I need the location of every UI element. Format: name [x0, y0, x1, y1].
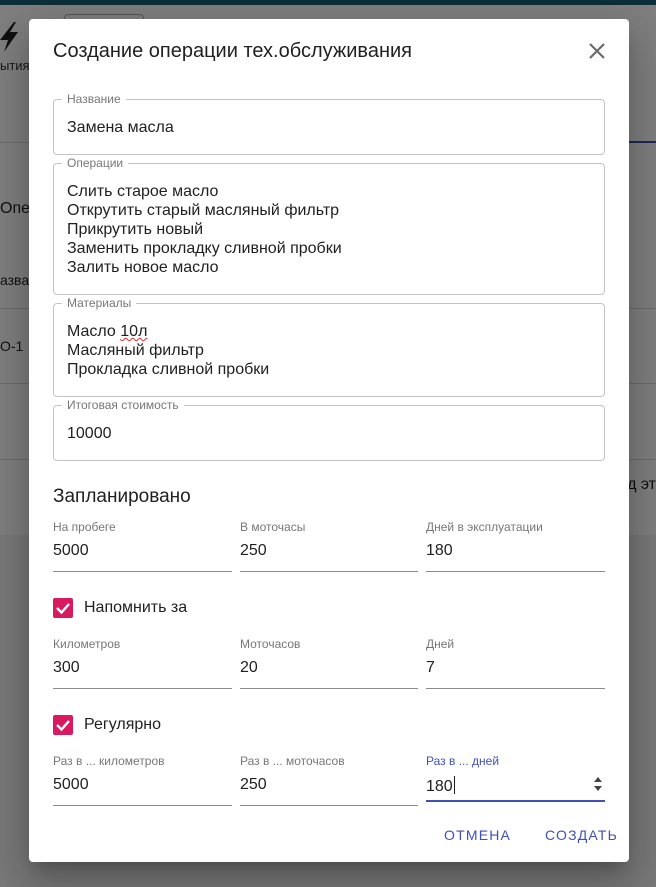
cancel-button[interactable]: Отмена	[444, 827, 511, 843]
materials-rest-lines: Масляный фильтр Прокладка сливной пробки	[67, 342, 270, 378]
check-icon	[56, 720, 70, 732]
planned-section-title: Запланировано	[53, 486, 191, 507]
regular-days-field[interactable]: Раз в ... дней 180	[426, 754, 605, 802]
planned-days-field[interactable]: Дней в эксплуатации 180	[426, 520, 605, 572]
remind-km-field[interactable]: Километров 300	[53, 637, 232, 689]
create-button[interactable]: Создать	[545, 827, 618, 843]
remind-moto-hours-label: Моточасов	[240, 637, 301, 651]
planned-moto-hours-value: 250	[240, 542, 267, 559]
regular-checkbox-label[interactable]: Регулярно	[84, 716, 161, 734]
check-icon	[56, 603, 70, 615]
regular-moto-hours-label: Раз в ... моточасов	[240, 754, 345, 768]
remind-checkbox-label[interactable]: Напомнить за	[84, 599, 187, 617]
remind-days-value: 7	[426, 659, 435, 676]
spellcheck-marked-word: 10л	[120, 323, 148, 340]
planned-mileage-label: На пробеге	[53, 520, 116, 534]
regular-km-field[interactable]: Раз в ... километров 5000	[53, 754, 232, 806]
materials-field-value: Масло 10л Масляный фильтр Прокладка слив…	[67, 322, 269, 379]
planned-mileage-value: 5000	[53, 542, 89, 559]
name-field[interactable]: Название Замена масла	[53, 92, 605, 155]
remind-moto-hours-value: 20	[240, 659, 258, 676]
regular-km-label: Раз в ... километров	[53, 754, 165, 768]
spinner-arrows-icon[interactable]	[593, 776, 603, 792]
remind-checkbox[interactable]	[53, 598, 73, 618]
remind-moto-hours-field[interactable]: Моточасов 20	[240, 637, 418, 689]
planned-mileage-field[interactable]: На пробеге 5000	[53, 520, 232, 572]
operations-field[interactable]: Операции Слить старое масло Открутить ст…	[53, 156, 605, 295]
text-caret	[453, 776, 455, 794]
dialog-title: Создание операции тех.обслуживания	[53, 40, 412, 62]
regular-moto-hours-value: 250	[240, 776, 267, 793]
name-field-value: Замена масла	[67, 119, 174, 136]
name-field-label: Название	[62, 92, 126, 106]
total-cost-field[interactable]: Итоговая стоимость 10000	[53, 398, 605, 461]
materials-field-label: Материалы	[62, 296, 137, 310]
regular-moto-hours-field[interactable]: Раз в ... моточасов 250	[240, 754, 418, 806]
total-cost-field-label: Итоговая стоимость	[62, 398, 184, 412]
planned-days-value: 180	[426, 542, 453, 559]
planned-days-label: Дней в эксплуатации	[426, 520, 543, 534]
create-maintenance-dialog: Создание операции тех.обслуживания Назва…	[29, 19, 629, 862]
operations-field-label: Операции	[62, 156, 129, 170]
planned-moto-hours-field[interactable]: В моточасы 250	[240, 520, 418, 572]
regular-checkbox[interactable]	[53, 715, 73, 735]
regular-km-value: 5000	[53, 776, 89, 793]
total-cost-field-value: 10000	[67, 425, 112, 442]
remind-days-field[interactable]: Дней 7	[426, 637, 605, 689]
regular-days-label: Раз в ... дней	[426, 754, 500, 768]
regular-days-value-text: 180	[426, 778, 453, 795]
close-icon[interactable]	[585, 39, 609, 63]
operations-field-value: Слить старое масло Открутить старый масл…	[67, 183, 342, 276]
materials-field[interactable]: Материалы Масло 10л Масляный фильтр Прок…	[53, 296, 605, 397]
remind-km-value: 300	[53, 659, 80, 676]
remind-km-label: Километров	[53, 637, 121, 651]
materials-first-line: Масло	[67, 323, 121, 340]
planned-moto-hours-label: В моточасы	[240, 520, 306, 534]
regular-days-value: 180	[426, 776, 455, 796]
remind-days-label: Дней	[426, 637, 455, 651]
